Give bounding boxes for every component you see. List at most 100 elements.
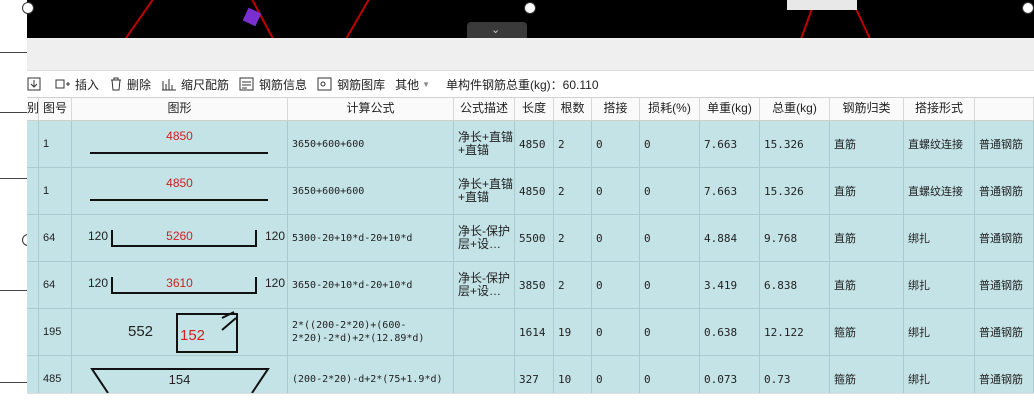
lap-cell[interactable]: 0 [592, 262, 640, 308]
lap-form-cell[interactable]: 直螺纹连接 [904, 121, 975, 167]
loss-cell[interactable]: 0 [640, 168, 700, 214]
col-header-cut[interactable]: 别 [27, 98, 39, 120]
lap-cell[interactable]: 0 [592, 309, 640, 355]
shape-cell[interactable]: 120 3610 120 [72, 262, 288, 308]
formula-cell[interactable]: 3650+600+600 [288, 168, 454, 214]
length-cell[interactable]: 5500 [515, 215, 554, 261]
figure-no-cell[interactable]: 64 [39, 215, 72, 261]
count-cell[interactable]: 2 [554, 121, 592, 167]
figure-no-cell[interactable]: 64 [39, 262, 72, 308]
loss-cell[interactable]: 0 [640, 215, 700, 261]
page-border-line [0, 112, 27, 113]
col-header-lapform[interactable]: 搭接形式 [904, 98, 975, 120]
loss-cell[interactable]: 0 [640, 262, 700, 308]
table-row[interactable]: 64 120 3610 120 3650-20+10*d-20+10*d 净长-… [27, 262, 1034, 309]
figure-no-cell[interactable]: 1 [39, 168, 72, 214]
selection-handle[interactable] [22, 2, 34, 14]
unit-weight-cell[interactable]: 3.419 [700, 262, 760, 308]
shape-left-label: 120 [88, 276, 109, 290]
rebar-type-cell[interactable]: 普通钢筋 [975, 262, 1034, 308]
shape-height-label: 552 [128, 323, 154, 340]
other-dropdown[interactable]: 其他 ▼ [395, 76, 430, 93]
col-header-formula[interactable]: 计算公式 [288, 98, 454, 120]
rebar-type-cell[interactable]: 普通钢筋 [975, 215, 1034, 261]
unit-weight-cell[interactable]: 4.884 [700, 215, 760, 261]
figure-no-cell[interactable]: 1 [39, 121, 72, 167]
col-header-unit[interactable]: 单重(kg) [700, 98, 760, 120]
col-header-len[interactable]: 长度 [515, 98, 554, 120]
lap-cell[interactable]: 0 [592, 121, 640, 167]
formula-cell[interactable]: 5300-20+10*d-20+10*d [288, 215, 454, 261]
formula-cell[interactable]: 3650-20+10*d-20+10*d [288, 262, 454, 308]
loss-cell[interactable]: 0 [640, 121, 700, 167]
shape-cell[interactable]: 4850 [72, 168, 288, 214]
collapse-handle[interactable]: ⌄ [467, 22, 527, 38]
figure-no-cell[interactable]: 195 [39, 309, 72, 355]
rebar-library-button[interactable]: 钢筋图库 [317, 76, 385, 93]
lap-form-cell[interactable]: 绑扎 [904, 215, 975, 261]
lap-form-cell[interactable]: 直螺纹连接 [904, 168, 975, 214]
formula-cell[interactable]: 3650+600+600 [288, 121, 454, 167]
category-cell[interactable]: 直筋 [830, 121, 904, 167]
red-rebar-line [122, 0, 159, 38]
lap-form-cell[interactable]: 绑扎 [904, 309, 975, 355]
insert-button[interactable]: 插入 [55, 76, 99, 93]
desc-cell[interactable]: 净长-保护层+设… [454, 215, 515, 261]
down-button[interactable] [27, 77, 45, 91]
count-cell[interactable]: 2 [554, 262, 592, 308]
unit-weight-cell[interactable]: 7.663 [700, 121, 760, 167]
col-header-cat[interactable]: 钢筋归类 [830, 98, 904, 120]
rebar-type-cell[interactable]: 普通钢筋 [975, 309, 1034, 355]
table-row[interactable]: 1 4850 3650+600+600 净长+直锚+直锚 4850 2 0 0 … [27, 121, 1034, 168]
shape-cell[interactable]: 4850 [72, 121, 288, 167]
loss-cell[interactable]: 0 [640, 309, 700, 355]
rebar-type-cell[interactable]: 普通钢筋 [975, 121, 1034, 167]
total-weight-cell[interactable]: 6.838 [760, 262, 830, 308]
unit-weight-cell[interactable]: 7.663 [700, 168, 760, 214]
desc-cell[interactable]: 净长-保护层+设… [454, 262, 515, 308]
length-cell[interactable]: 4850 [515, 121, 554, 167]
lap-cell[interactable]: 0 [592, 215, 640, 261]
col-header-type[interactable] [975, 98, 1034, 120]
desc-cell[interactable]: 净长+直锚+直锚 [454, 121, 515, 167]
length-cell[interactable]: 4850 [515, 168, 554, 214]
count-cell[interactable]: 2 [554, 168, 592, 214]
selection-handle[interactable] [524, 2, 536, 14]
shape-cell[interactable]: 120 5260 120 [72, 215, 288, 261]
delete-button[interactable]: 删除 [109, 76, 151, 93]
category-cell[interactable]: 直筋 [830, 262, 904, 308]
col-header-shape[interactable]: 图形 [72, 98, 288, 120]
total-weight-cell[interactable]: 12.122 [760, 309, 830, 355]
desc-cell[interactable]: 净长+直锚+直锚 [454, 168, 515, 214]
col-header-total[interactable]: 总重(kg) [760, 98, 830, 120]
col-header-desc[interactable]: 公式描述 [454, 98, 515, 120]
total-weight-cell[interactable]: 15.326 [760, 168, 830, 214]
desc-cell[interactable] [454, 309, 515, 355]
table-row[interactable]: 195 552 152 2*((200-2*20)+(600-2*20)-2*d… [27, 309, 1034, 356]
unit-weight-cell[interactable]: 0.638 [700, 309, 760, 355]
total-weight-cell[interactable]: 15.326 [760, 121, 830, 167]
rebar-info-button[interactable]: 钢筋信息 [239, 76, 307, 93]
category-cell[interactable]: 直筋 [830, 215, 904, 261]
category-cell[interactable]: 箍筋 [830, 309, 904, 355]
col-header-cnt[interactable]: 根数 [554, 98, 592, 120]
col-header-loss[interactable]: 损耗(%) [640, 98, 700, 120]
rebar-type-cell[interactable]: 普通钢筋 [975, 168, 1034, 214]
count-cell[interactable]: 19 [554, 309, 592, 355]
shape-cell[interactable]: 552 152 [72, 309, 288, 355]
scale-bars-button[interactable]: 缩尺配筋 [161, 76, 229, 93]
length-cell[interactable]: 3850 [515, 262, 554, 308]
col-header-no[interactable]: 图号 [39, 98, 72, 120]
count-cell[interactable]: 2 [554, 215, 592, 261]
total-weight-cell[interactable]: 9.768 [760, 215, 830, 261]
canvas-overlay-panel [787, 0, 857, 10]
category-cell[interactable]: 直筋 [830, 168, 904, 214]
lap-form-cell[interactable]: 绑扎 [904, 262, 975, 308]
formula-cell[interactable]: 2*((200-2*20)+(600-2*20)-2*d)+2*(12.89*d… [288, 309, 454, 355]
lap-cell[interactable]: 0 [592, 168, 640, 214]
length-cell[interactable]: 1614 [515, 309, 554, 355]
col-header-lap[interactable]: 搭接 [592, 98, 640, 120]
table-row[interactable]: 64 120 5260 120 5300-20+10*d-20+10*d 净长-… [27, 215, 1034, 262]
table-row[interactable]: 1 4850 3650+600+600 净长+直锚+直锚 4850 2 0 0 … [27, 168, 1034, 215]
selection-handle[interactable] [1022, 2, 1034, 14]
